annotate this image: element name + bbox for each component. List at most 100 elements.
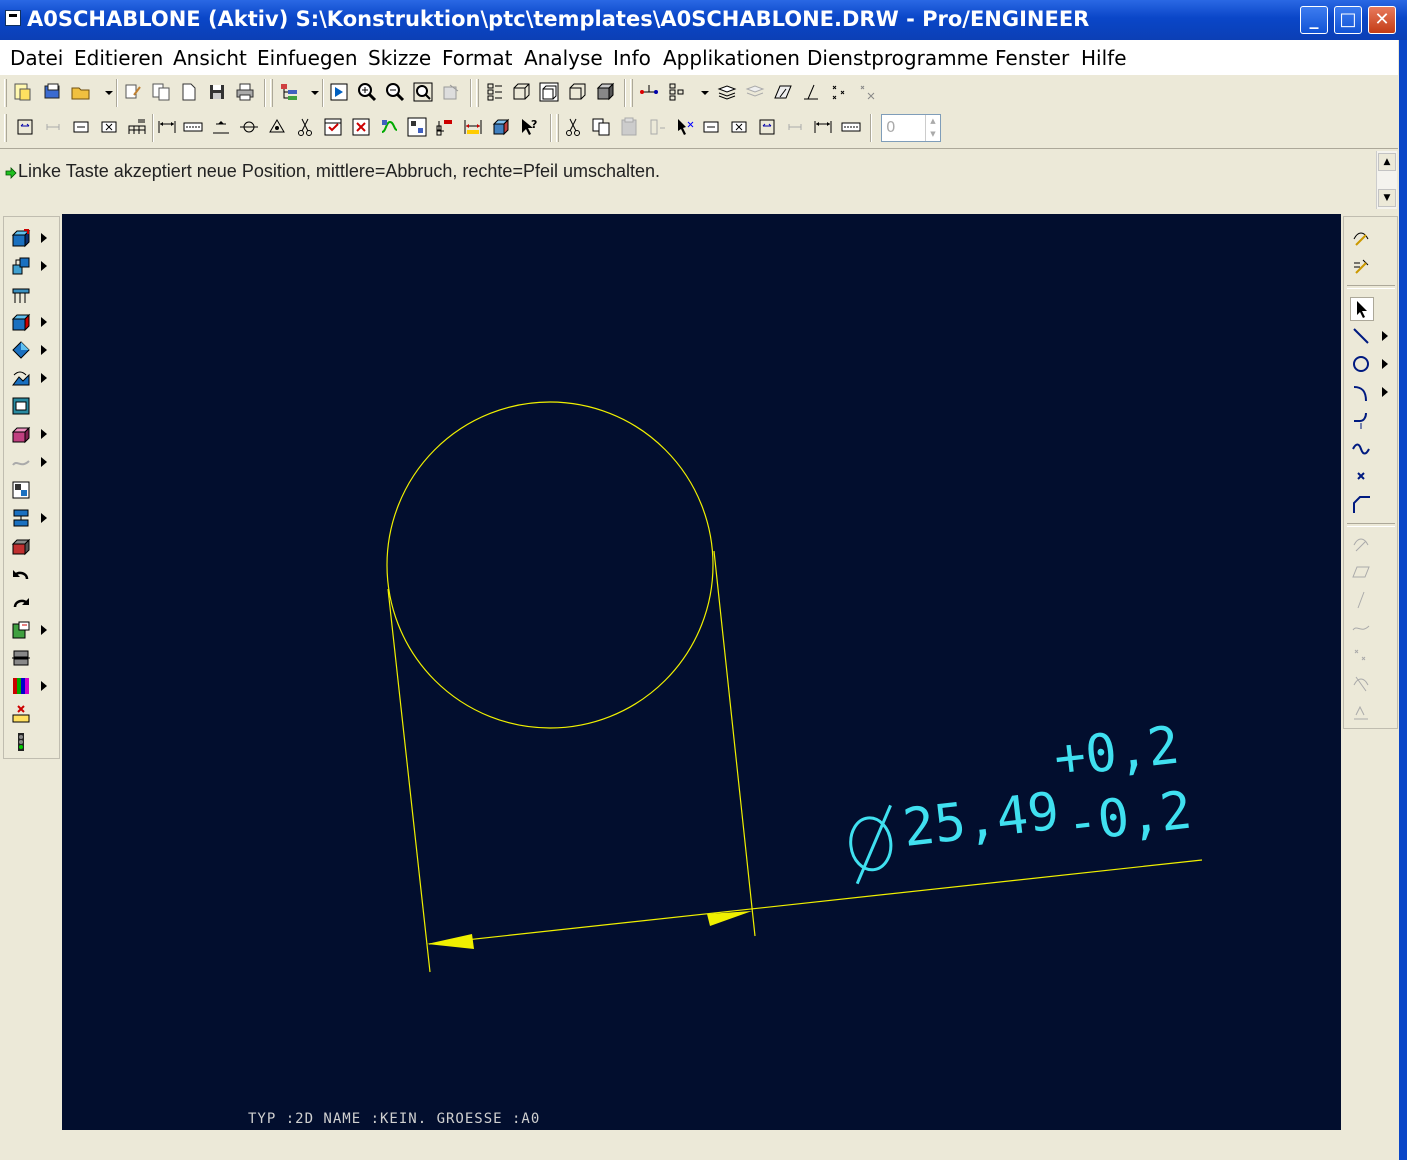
repaint-icon[interactable] — [328, 81, 350, 103]
chevron-down-icon[interactable] — [304, 81, 319, 103]
layer-tree-icon[interactable] — [278, 81, 300, 103]
model-3d-icon[interactable] — [490, 116, 512, 138]
view-disp-icon[interactable] — [10, 535, 32, 557]
datum-display-icon[interactable] — [484, 81, 506, 103]
note-checked-icon[interactable] — [322, 116, 344, 138]
hidden-line-icon[interactable] — [538, 81, 560, 103]
reference-dimension-icon[interactable] — [210, 116, 232, 138]
extension-line-right[interactable] — [713, 550, 756, 937]
new-document-icon[interactable] — [178, 81, 200, 103]
circle-geometry[interactable] — [386, 401, 714, 729]
curve-disabled-icon[interactable] — [1350, 617, 1372, 639]
sketch-coords-icon[interactable] — [856, 81, 878, 103]
flyout-arrow-icon[interactable] — [41, 373, 47, 383]
open-folder-icon[interactable] — [70, 81, 92, 103]
insert-note-icon[interactable] — [700, 116, 722, 138]
flyout-arrow-icon[interactable] — [41, 681, 47, 691]
cut-icon[interactable] — [562, 116, 584, 138]
line-disabled-icon[interactable] — [1350, 589, 1372, 611]
scroll-down-icon[interactable]: ▼ — [1378, 189, 1396, 207]
layers-icon[interactable] — [716, 81, 738, 103]
menu-dienstprogramme[interactable]: Dienstprogramme — [807, 46, 988, 70]
new-file-icon[interactable] — [12, 81, 34, 103]
sketch-points-icon[interactable] — [828, 81, 850, 103]
save-copy-icon[interactable] — [150, 81, 172, 103]
maximize-button[interactable]: □ — [1334, 6, 1362, 34]
select-tool-icon[interactable] — [674, 116, 696, 138]
toolbar-grip[interactable] — [4, 114, 7, 142]
toolbar-grip[interactable] — [270, 79, 273, 107]
sketch-group-disabled-icon[interactable] — [1350, 533, 1372, 555]
layers-disabled-icon[interactable] — [744, 81, 766, 103]
datum-planes-icon[interactable] — [638, 81, 660, 103]
ordinate-dimension-icon[interactable] — [182, 116, 204, 138]
solid-icon[interactable] — [10, 423, 32, 445]
print-icon[interactable] — [234, 81, 256, 103]
line-tool-icon[interactable] — [1350, 325, 1372, 347]
message-scrollbar[interactable]: ▲ ▼ — [1376, 151, 1397, 209]
flyout-arrow-icon[interactable] — [1382, 331, 1388, 341]
toolbar-grip[interactable] — [4, 79, 7, 107]
dimension-linear-icon[interactable] — [812, 116, 834, 138]
open-session-icon[interactable] — [42, 81, 64, 103]
model-tree-icon[interactable] — [666, 81, 688, 103]
move-item-icon[interactable] — [70, 116, 92, 138]
menu-fenster[interactable]: Fenster — [995, 46, 1069, 70]
menu-analyse[interactable]: Analyse — [524, 46, 603, 70]
arrange-icon[interactable] — [10, 479, 32, 501]
edit-copy-icon[interactable] — [122, 81, 144, 103]
color-palette-icon[interactable] — [10, 675, 32, 697]
menu-hilfe[interactable]: Hilfe — [1081, 46, 1127, 70]
flyout-arrow-icon[interactable] — [1382, 359, 1388, 369]
detail-view-icon[interactable] — [10, 283, 32, 305]
cut-tool-icon[interactable] — [294, 116, 316, 138]
menu-ansicht[interactable]: Ansicht — [173, 46, 247, 70]
delete-view-icon[interactable] — [10, 703, 32, 725]
flyout-arrow-icon[interactable] — [41, 317, 47, 327]
show-dimensions-icon[interactable] — [14, 116, 36, 138]
close-button[interactable]: ✕ — [1368, 6, 1396, 34]
spinner-up-icon[interactable]: ▲ — [925, 115, 940, 128]
linear-dimension-icon[interactable] — [156, 116, 178, 138]
zoom-in-icon[interactable] — [356, 81, 378, 103]
projection-view-icon[interactable] — [10, 255, 32, 277]
axis-icon[interactable] — [238, 116, 260, 138]
menu-skizze[interactable]: Skizze — [368, 46, 431, 70]
clip-icon[interactable] — [784, 116, 806, 138]
hatch-disabled-icon[interactable] — [1350, 701, 1372, 723]
family-table-icon[interactable] — [434, 116, 456, 138]
sketch-plane-icon[interactable] — [772, 81, 794, 103]
drawing-canvas[interactable]: 25,49 +0,2 -0,2 TYP :2D NAME :KEIN. GROE… — [62, 214, 1341, 1130]
flyout-arrow-icon[interactable] — [41, 261, 47, 271]
curve-icon[interactable] — [10, 451, 32, 473]
view-icon[interactable] — [10, 227, 32, 249]
pattern-icon[interactable] — [10, 507, 32, 529]
dimension-width-icon[interactable] — [462, 116, 484, 138]
menu-info[interactable]: Info — [613, 46, 651, 70]
no-hidden-icon[interactable] — [566, 81, 588, 103]
flyout-arrow-icon[interactable] — [41, 513, 47, 523]
menu-format[interactable]: Format — [442, 46, 512, 70]
paste-icon[interactable] — [618, 116, 640, 138]
arc-tool-icon[interactable] — [1350, 381, 1372, 403]
spinner-down-icon[interactable]: ▼ — [925, 128, 940, 141]
dimension-line[interactable] — [428, 859, 1203, 945]
toolbar-grip[interactable] — [476, 79, 479, 107]
traffic-light-icon[interactable] — [10, 731, 32, 753]
menu-einfuegen[interactable]: Einfuegen — [257, 46, 358, 70]
table-icon[interactable] — [126, 116, 148, 138]
zoom-out-icon[interactable] — [384, 81, 406, 103]
flyout-arrow-icon[interactable] — [41, 233, 47, 243]
app-icon[interactable] — [5, 10, 21, 26]
select-arrow-icon[interactable] — [1350, 297, 1374, 321]
refit-icon[interactable] — [412, 81, 434, 103]
point-tool-icon[interactable] — [1350, 465, 1372, 487]
menu-applikationen[interactable]: Applikationen — [663, 46, 800, 70]
dimension-text-group[interactable]: 25,49 +0,2 -0,2 — [840, 715, 1195, 885]
remove-note-icon[interactable] — [728, 116, 750, 138]
note-arrow-icon[interactable] — [756, 116, 778, 138]
revolved-view-icon[interactable] — [10, 339, 32, 361]
chevron-down-icon[interactable] — [694, 81, 709, 103]
drawing-svg[interactable]: 25,49 +0,2 -0,2 TYP :2D NAME :KEIN. GROE… — [62, 214, 1341, 1130]
menu-datei[interactable]: Datei — [10, 46, 63, 70]
